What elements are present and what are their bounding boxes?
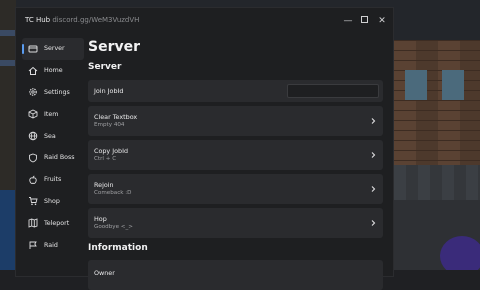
copy-jobid-button[interactable]: Copy JobId Ctrl + C — [88, 140, 383, 170]
sidebar-item-label: Home — [44, 67, 63, 75]
button-description: Comeback :D — [94, 190, 132, 196]
window-title: TC Hub discord.gg/WeM3VuzdVH — [25, 16, 139, 24]
chevron-right-icon — [371, 118, 376, 124]
jobid-input[interactable] — [287, 84, 379, 98]
chevron-right-icon — [371, 186, 376, 192]
button-title: Copy JobId — [94, 147, 129, 155]
sidebar: Server Home Settings Item Sea Raid Boss … — [22, 38, 84, 256]
sidebar-item-settings[interactable]: Settings — [22, 82, 84, 104]
sidebar-item-label: Item — [44, 110, 59, 118]
title-bar[interactable]: TC Hub discord.gg/WeM3VuzdVH — ✕ — [16, 8, 393, 34]
gear-icon — [28, 87, 38, 97]
button-description: Ctrl + C — [94, 156, 117, 162]
button-description: Goodbye <_> — [94, 224, 133, 230]
chevron-right-icon — [371, 152, 376, 158]
sidebar-item-label: Server — [44, 45, 65, 53]
sidebar-item-shop[interactable]: Shop — [22, 191, 84, 213]
sidebar-item-item[interactable]: Item — [22, 103, 84, 125]
close-button[interactable]: ✕ — [375, 14, 389, 28]
maximize-button[interactable] — [357, 14, 371, 28]
hub-window: TC Hub discord.gg/WeM3VuzdVH — ✕ Server … — [15, 7, 394, 290]
server-icon — [28, 44, 38, 54]
box-icon — [28, 109, 38, 119]
sidebar-item-raid-boss[interactable]: Raid Boss — [22, 147, 84, 169]
sidebar-item-server[interactable]: Server — [22, 38, 84, 60]
page-title: Server — [88, 39, 141, 55]
clear-textbox-button[interactable]: Clear Textbox Empty 404 — [88, 106, 383, 136]
sidebar-item-home[interactable]: Home — [22, 60, 84, 82]
hop-button[interactable]: Hop Goodbye <_> — [88, 208, 383, 238]
button-description: Empty 404 — [94, 122, 125, 128]
shield-icon — [28, 153, 38, 163]
sidebar-item-label: Shop — [44, 197, 60, 205]
home-icon — [28, 66, 38, 76]
rejoin-button[interactable]: Rejoin Comeback :D — [88, 174, 383, 204]
chevron-right-icon — [371, 220, 376, 226]
button-title: Hop — [94, 215, 107, 223]
sidebar-item-label: Teleport — [44, 219, 70, 227]
maximize-icon — [360, 16, 368, 23]
map-icon — [28, 218, 38, 228]
owner-row: Owner — [88, 260, 383, 290]
sidebar-item-sea[interactable]: Sea — [22, 125, 84, 147]
button-title: Clear Textbox — [94, 113, 138, 121]
sidebar-item-label: Fruits — [44, 176, 62, 184]
section-title-information: Information — [88, 243, 148, 253]
minimize-button[interactable]: — — [341, 14, 355, 28]
button-title: Rejoin — [94, 181, 114, 189]
sidebar-item-label: Sea — [44, 132, 56, 140]
sidebar-item-teleport[interactable]: Teleport — [22, 212, 84, 234]
discord-link[interactable]: discord.gg/WeM3VuzdVH — [52, 16, 139, 24]
flag-icon — [28, 240, 38, 250]
globe-icon — [28, 131, 38, 141]
owner-label: Owner — [94, 269, 115, 277]
cart-icon — [28, 196, 38, 206]
sidebar-item-raid[interactable]: Raid — [22, 234, 84, 256]
join-jobid-label: Join JobId — [94, 87, 124, 95]
sidebar-item-label: Settings — [44, 88, 70, 96]
section-title-server: Server — [88, 62, 122, 72]
sidebar-item-label: Raid — [44, 241, 58, 249]
app-name: TC Hub — [25, 16, 51, 24]
join-jobid-row: Join JobId — [88, 80, 383, 102]
fruit-icon — [28, 175, 38, 185]
sidebar-item-label: Raid Boss — [44, 154, 75, 162]
sidebar-item-fruits[interactable]: Fruits — [22, 169, 84, 191]
main-content: Server Server Join JobId Clear Textbox E… — [88, 38, 388, 290]
